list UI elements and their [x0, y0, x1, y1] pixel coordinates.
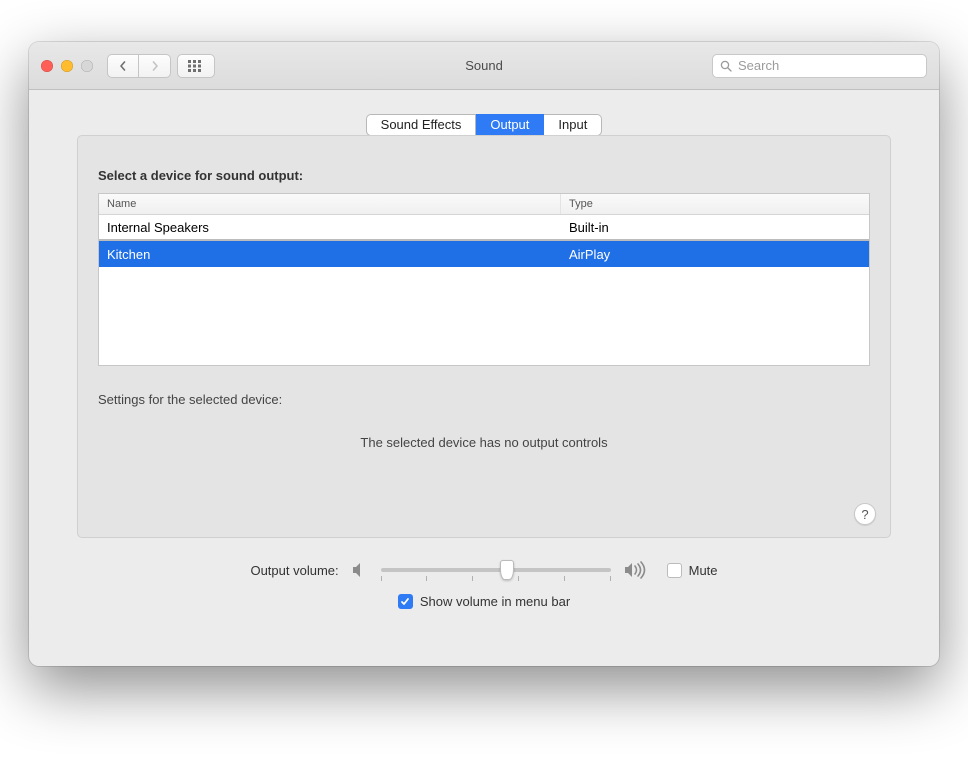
chevron-right-icon	[150, 61, 160, 71]
search-placeholder: Search	[738, 58, 779, 73]
grid-icon	[188, 60, 204, 72]
slider-thumb[interactable]	[500, 560, 514, 580]
tab-sound-effects[interactable]: Sound Effects	[366, 114, 477, 136]
output-panel: Select a device for sound output: Name T…	[77, 135, 891, 538]
close-window-button[interactable]	[41, 60, 53, 72]
select-device-heading: Select a device for sound output:	[98, 168, 870, 183]
help-button[interactable]: ?	[854, 503, 876, 525]
column-header-type[interactable]: Type	[561, 194, 869, 214]
sound-preferences-window: Sound Search Sound Effects Output Input …	[29, 42, 939, 666]
checkmark-icon	[400, 597, 410, 607]
tab-output[interactable]: Output	[476, 114, 544, 136]
titlebar: Sound Search	[29, 42, 939, 90]
show-volume-menubar-label: Show volume in menu bar	[420, 594, 570, 609]
device-table-header: Name Type	[99, 194, 869, 215]
output-volume-slider[interactable]	[381, 558, 611, 582]
device-type: AirPlay	[561, 247, 869, 262]
tab-segment: Sound Effects Output Input	[77, 114, 891, 136]
device-table-body: Internal Speakers Built-in Kitchen AirPl…	[99, 215, 869, 365]
minimize-window-button[interactable]	[61, 60, 73, 72]
slider-track	[381, 568, 611, 572]
forward-button[interactable]	[139, 54, 171, 78]
output-device-table: Name Type Internal Speakers Built-in Kit…	[98, 193, 870, 366]
show-volume-menubar-checkbox[interactable]	[398, 594, 413, 609]
tab-input[interactable]: Input	[544, 114, 602, 136]
show-volume-menubar-row[interactable]: Show volume in menu bar	[398, 594, 570, 609]
nav-segment	[107, 54, 171, 78]
back-button[interactable]	[107, 54, 139, 78]
volume-min-icon	[351, 562, 369, 578]
output-volume-label: Output volume:	[250, 563, 338, 578]
search-icon	[720, 60, 732, 72]
toolbar-nav	[107, 54, 215, 78]
slider-ticks	[381, 576, 611, 581]
device-row-internal-speakers[interactable]: Internal Speakers Built-in	[99, 215, 869, 241]
volume-max-icon	[623, 561, 649, 579]
device-type: Built-in	[561, 220, 869, 235]
settings-for-device-label: Settings for the selected device:	[98, 392, 870, 407]
chevron-left-icon	[118, 61, 128, 71]
mute-label: Mute	[689, 563, 718, 578]
no-output-controls-message: The selected device has no output contro…	[98, 435, 870, 521]
device-name: Kitchen	[99, 247, 561, 262]
device-row-kitchen[interactable]: Kitchen AirPlay	[99, 241, 869, 267]
window-traffic-lights	[41, 60, 93, 72]
device-name: Internal Speakers	[99, 220, 561, 235]
content-area: Sound Effects Output Input Select a devi…	[29, 90, 939, 619]
output-volume-row: Output volume:	[250, 558, 717, 582]
footer-controls: Output volume:	[77, 558, 891, 609]
mute-checkbox-row[interactable]: Mute	[667, 563, 718, 578]
zoom-window-button[interactable]	[81, 60, 93, 72]
column-header-name[interactable]: Name	[99, 194, 561, 214]
search-field[interactable]: Search	[712, 54, 927, 78]
mute-checkbox[interactable]	[667, 563, 682, 578]
show-all-button[interactable]	[177, 54, 215, 78]
question-mark-icon: ?	[861, 507, 868, 522]
